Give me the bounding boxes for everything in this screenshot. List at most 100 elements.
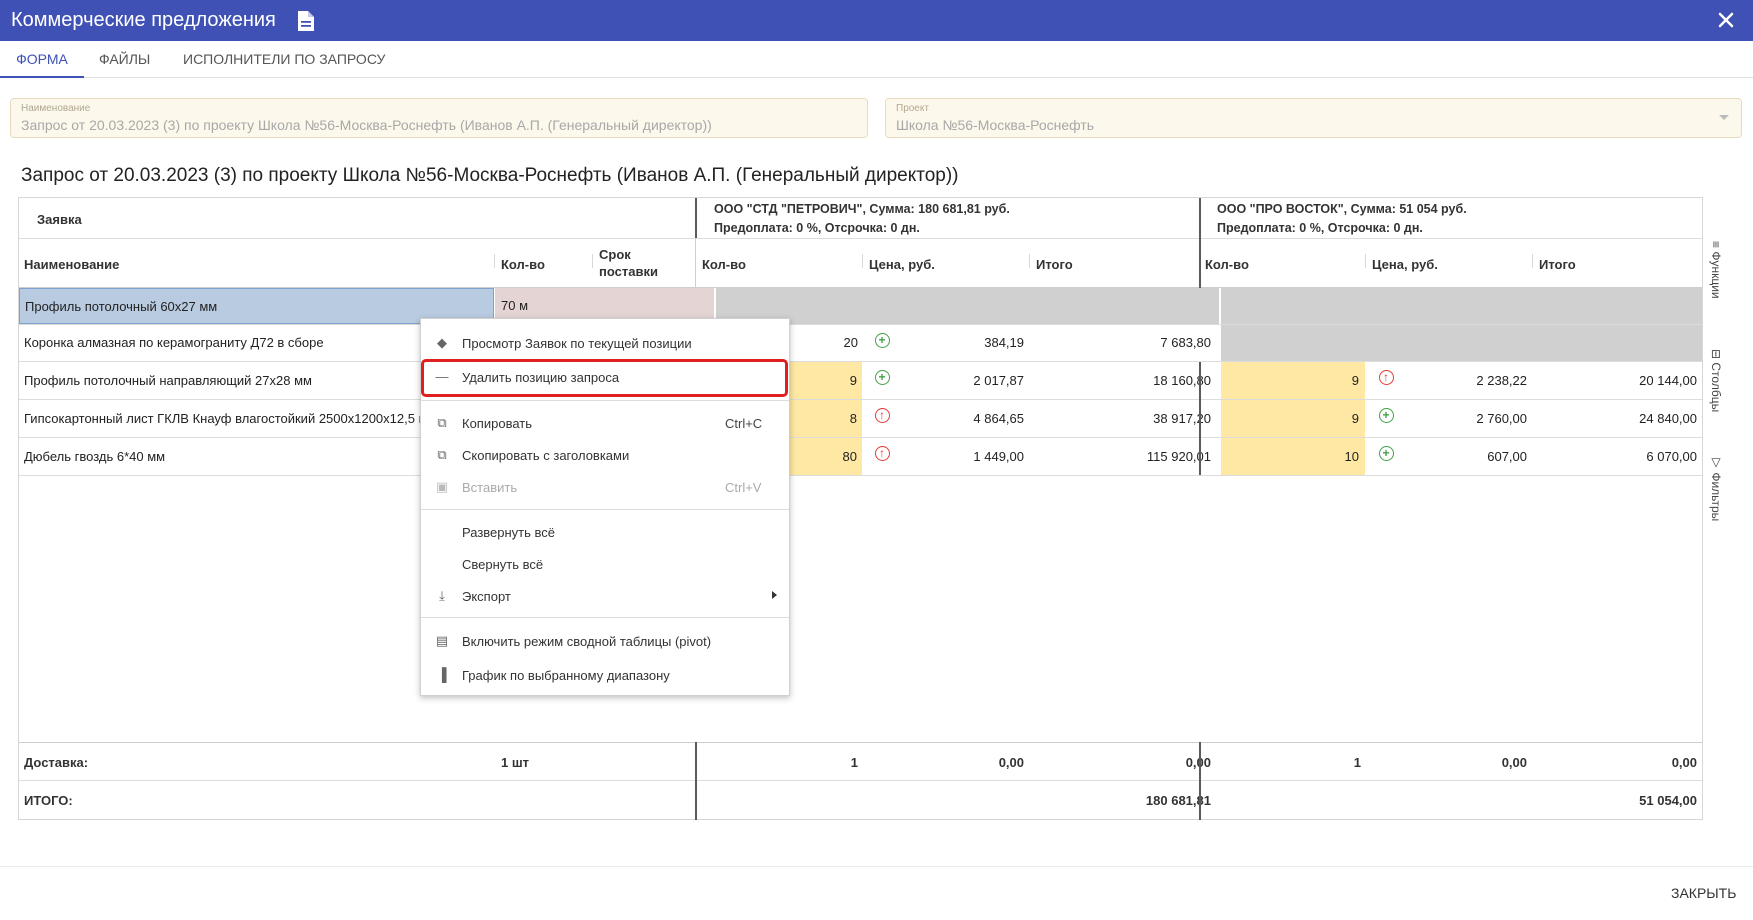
- col-header-qty[interactable]: Кол-во: [501, 257, 545, 272]
- col-header-s2-price[interactable]: Цена, руб.: [1372, 257, 1438, 272]
- menu-item-label: Экспорт: [462, 589, 511, 604]
- tab-form[interactable]: ФОРМА: [0, 41, 84, 78]
- menu-item-pivot[interactable]: ▤ Включить режим сводной таблицы (pivot): [421, 627, 789, 655]
- col-header-s1-total[interactable]: Итого: [1036, 257, 1073, 272]
- col-divider: [494, 254, 495, 268]
- group-divider: [695, 198, 697, 238]
- table-row-3-s1-price[interactable]: 2 017,87: [869, 373, 1024, 388]
- divider: [19, 780, 1703, 781]
- col-header-name[interactable]: Наименование: [24, 257, 119, 272]
- group-divider: [695, 238, 696, 288]
- divider: [19, 238, 1703, 239]
- delivery-s1-qty: 1: [850, 755, 858, 770]
- request-title: Запрос от 20.03.2023 (3) по проекту Школ…: [21, 165, 959, 186]
- table-row-5-s1-total[interactable]: 115 920,01: [1036, 449, 1211, 464]
- table-row-3-name[interactable]: Профиль потолочный направляющий 27x28 мм: [24, 373, 312, 388]
- project-field-label: Проект: [896, 103, 929, 114]
- commercial-offers-dialog: Коммерческие предложения ФОРМА ФАЙЛЫ ИСП…: [0, 0, 1753, 920]
- document-icon: [298, 11, 314, 31]
- menu-item-label: Скопировать с заголовками: [462, 448, 630, 463]
- menu-item-label: Свернуть всё: [462, 557, 544, 572]
- col-header-s2-qty[interactable]: Кол-во: [1205, 257, 1249, 272]
- table-row-5-s2-price[interactable]: 607,00: [1372, 449, 1527, 464]
- table-row-4-s1-price[interactable]: 4 864,65: [869, 411, 1024, 426]
- menu-item-collapse-all[interactable]: Свернуть всё: [421, 550, 789, 578]
- col-divider: [1365, 254, 1366, 268]
- menu-item-label: Развернуть всё: [462, 525, 556, 540]
- pivot-icon: ▤: [435, 633, 449, 648]
- delivery-qty: 1 шт: [501, 755, 530, 770]
- cell-text: 80: [842, 449, 857, 464]
- menu-item-copy-with-headers[interactable]: ⧉ Скопировать с заголовками: [421, 441, 789, 469]
- table-row-3-s2-price[interactable]: 2 238,22: [1372, 373, 1527, 388]
- table-row-3-s1-total[interactable]: 18 160,80: [1036, 373, 1211, 388]
- col-header-term-line2[interactable]: поставки: [599, 264, 658, 279]
- total-s2: 51 054,00: [1639, 793, 1697, 808]
- copy-icon: ⧉: [437, 447, 447, 462]
- menu-item-shortcut: Ctrl+C: [725, 416, 763, 431]
- col-header-s1-price[interactable]: Цена, руб.: [869, 257, 935, 272]
- table-row-5-name[interactable]: Дюбель гвоздь 6*40 мм: [24, 449, 165, 464]
- menu-item-view-requests[interactable]: ◆ Просмотр Заявок по текущей позиции: [421, 329, 789, 357]
- table-row-5-s2-qty-cell[interactable]: 10: [1221, 438, 1365, 475]
- cell-text: 9: [849, 373, 857, 388]
- group-divider: [1199, 362, 1201, 475]
- dialog-title: Коммерческие предложения: [11, 9, 276, 31]
- col-divider: [1532, 254, 1533, 268]
- cell-text: 8: [849, 411, 857, 426]
- col-header-term-line1[interactable]: Срок: [599, 247, 631, 262]
- side-panel-columns[interactable]: ⊟ Столбцы: [1709, 349, 1723, 412]
- table-row-2-name[interactable]: Коронка алмазная по керамограниту Д72 в …: [24, 335, 324, 350]
- project-select[interactable]: Проект Школа №56-Москва-Роснефть: [885, 98, 1742, 138]
- menu-separator: [421, 617, 789, 618]
- cell-text: 70 м: [501, 298, 529, 313]
- side-panel-filters[interactable]: ▽ Фильтры: [1709, 455, 1723, 521]
- close-icon[interactable]: [1714, 8, 1738, 32]
- table-row-5-s1-price[interactable]: 1 449,00: [869, 449, 1024, 464]
- table-row-2-s1-total[interactable]: 7 683,80: [1036, 335, 1211, 350]
- side-filters-label: Фильтры: [1709, 472, 1723, 522]
- side-panel: ≡ Функции ⊟ Столбцы ▽ Фильтры: [1702, 197, 1736, 820]
- menu-item-label: Копировать: [462, 416, 532, 431]
- table-row-3-s2-total[interactable]: 20 144,00: [1539, 373, 1697, 388]
- menu-item-expand-all[interactable]: Развернуть всё: [421, 518, 789, 546]
- table-row-4-s2-price[interactable]: 2 760,00: [1372, 411, 1527, 426]
- delivery-s2-qty: 1: [1353, 755, 1361, 770]
- col-header-s1-qty[interactable]: Кол-во: [702, 257, 746, 272]
- total-label: ИТОГО:: [24, 793, 73, 808]
- delivery-s2-price: 0,00: [1501, 755, 1527, 770]
- filter-icon: ▽: [1709, 455, 1723, 473]
- table-row-4-s2-qty-cell[interactable]: 9: [1221, 400, 1365, 437]
- menu-separator: [421, 400, 789, 401]
- table-row-4-s1-total[interactable]: 38 917,20: [1036, 411, 1211, 426]
- menu-item-copy[interactable]: ⧉ Копировать Ctrl+C: [421, 409, 789, 437]
- table-row-3-s2-qty-cell[interactable]: 9: [1221, 362, 1365, 399]
- table-row-2-s1-price[interactable]: 384,19: [869, 335, 1024, 350]
- name-field[interactable]: Наименование Запрос от 20.03.2023 (3) по…: [10, 98, 868, 138]
- menu-item-label: Включить режим сводной таблицы (pivot): [462, 634, 712, 649]
- close-button[interactable]: ЗАКРЫТЬ: [1671, 885, 1736, 901]
- footer-divider: [0, 866, 1753, 867]
- group-divider: [1199, 198, 1201, 288]
- menu-item-export[interactable]: ⤓ Экспорт: [421, 582, 789, 610]
- tab-executors[interactable]: ИСПОЛНИТЕЛИ ПО ЗАПРОСУ: [183, 41, 385, 78]
- menu-item-label: Просмотр Заявок по текущей позиции: [462, 336, 692, 351]
- col-divider: [592, 254, 593, 268]
- table-row-1-supplier2-empty: [1221, 288, 1703, 324]
- name-field-value: Запрос от 20.03.2023 (3) по проекту Школ…: [21, 117, 712, 133]
- col-header-s2-total[interactable]: Итого: [1539, 257, 1576, 272]
- menu-item-chart[interactable]: ▐ График по выбранному диапазону: [421, 661, 789, 689]
- cell-text: 9: [1351, 411, 1359, 426]
- tab-files[interactable]: ФАЙЛЫ: [99, 41, 150, 78]
- menu-separator: [421, 509, 789, 510]
- table-row-4-s2-total[interactable]: 24 840,00: [1539, 411, 1697, 426]
- side-panel-functions[interactable]: ≡ Функции: [1709, 241, 1723, 299]
- clipboard-icon: ▣: [435, 479, 449, 494]
- supplier2-header-line1: ООО "ПРО ВОСТОК", Сумма: 51 054 руб.: [1217, 202, 1467, 216]
- chevron-down-icon[interactable]: [1719, 115, 1729, 120]
- offers-grid: Заявка ООО "СТД "ПЕТРОВИЧ", Сумма: 180 6…: [18, 197, 1736, 820]
- highlight-frame: [421, 359, 788, 397]
- side-functions-label: Функции: [1709, 251, 1723, 299]
- delivery-s2-total: 0,00: [1671, 755, 1697, 770]
- table-row-5-s2-total[interactable]: 6 070,00: [1539, 449, 1697, 464]
